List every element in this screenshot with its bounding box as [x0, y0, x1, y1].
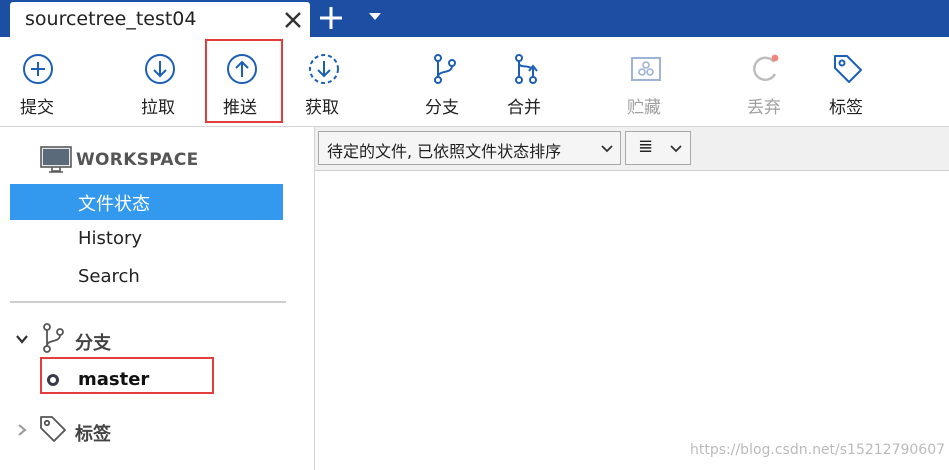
sidebar-item-file-status[interactable]: 文件状态 [10, 184, 283, 220]
tag-button[interactable]: 标签 [809, 37, 883, 126]
repo-tab[interactable]: sourcetree_test04 [10, 2, 310, 37]
sidebar-item-search[interactable]: Search [10, 260, 283, 296]
watermark-text: https://blog.csdn.net/s15212790607 [690, 442, 946, 458]
sidebar-item-label: Search [78, 266, 140, 287]
branch-label: 分支 [425, 98, 459, 118]
file-filter-dropdown[interactable]: 待定的文件, 已依照文件状态排序 [318, 131, 621, 165]
chevron-down-icon [601, 145, 613, 153]
merge-label: 合并 [507, 98, 541, 118]
chevron-down-icon[interactable] [368, 12, 382, 22]
tags-heading[interactable]: 标签 [75, 420, 111, 446]
chevron-down-icon [670, 145, 682, 153]
discard-icon [753, 54, 779, 81]
sidebar-item-history[interactable]: History [10, 222, 283, 258]
sidebar-section-divider [10, 301, 286, 303]
new-tab-icon[interactable] [318, 5, 344, 31]
workspace-heading: WORKSPACE [76, 150, 199, 170]
fetch-label: 获取 [305, 98, 339, 118]
current-branch-icon [47, 374, 59, 386]
commit-button[interactable]: 提交 [0, 37, 74, 126]
merge-icon [515, 54, 538, 84]
discard-label: 丢弃 [747, 98, 781, 118]
toolbar: 提交 拉取 推送 获取 分支 合并 贮藏 丢弃 标签 [0, 37, 949, 126]
push-highlight-box [205, 39, 283, 123]
stash-label: 贮藏 [627, 98, 661, 118]
sidebar-item-label: History [78, 228, 143, 249]
sidebar-item-label: 文件状态 [78, 194, 150, 215]
list-icon: ≣ [638, 136, 654, 157]
view-mode-dropdown[interactable]: ≣ [625, 131, 691, 165]
tag-label: 标签 [829, 98, 863, 118]
monitor-icon [40, 146, 72, 173]
stash-icon [631, 57, 661, 81]
plus-circle-icon [23, 54, 53, 84]
branch-item-master[interactable]: master [78, 369, 149, 390]
branch-icon [43, 323, 64, 353]
file-list-pane [315, 127, 949, 470]
branch-button[interactable]: 分支 [405, 37, 479, 126]
pull-label: 拉取 [141, 98, 175, 118]
discard-button[interactable]: 丢弃 [727, 37, 801, 126]
chevron-down-icon[interactable] [15, 332, 29, 346]
branches-heading[interactable]: 分支 [75, 329, 111, 355]
fetch-button[interactable]: 获取 [285, 37, 359, 126]
close-icon[interactable] [282, 9, 304, 31]
tag-icon [834, 55, 862, 83]
arrow-down-circle-icon [145, 54, 175, 84]
branch-icon [434, 54, 456, 84]
pull-button[interactable]: 拉取 [121, 37, 195, 126]
title-bar: sourcetree_test04 [0, 0, 949, 37]
chevron-right-icon[interactable] [15, 423, 29, 437]
stash-button[interactable]: 贮藏 [607, 37, 681, 126]
tag-icon [40, 416, 66, 442]
commit-label: 提交 [20, 98, 54, 118]
dashed-arrow-down-circle-icon [309, 54, 339, 84]
merge-button[interactable]: 合并 [487, 37, 561, 126]
repo-tab-title: sourcetree_test04 [25, 8, 197, 30]
file-filter-value: 待定的文件, 已依照文件状态排序 [327, 142, 562, 161]
